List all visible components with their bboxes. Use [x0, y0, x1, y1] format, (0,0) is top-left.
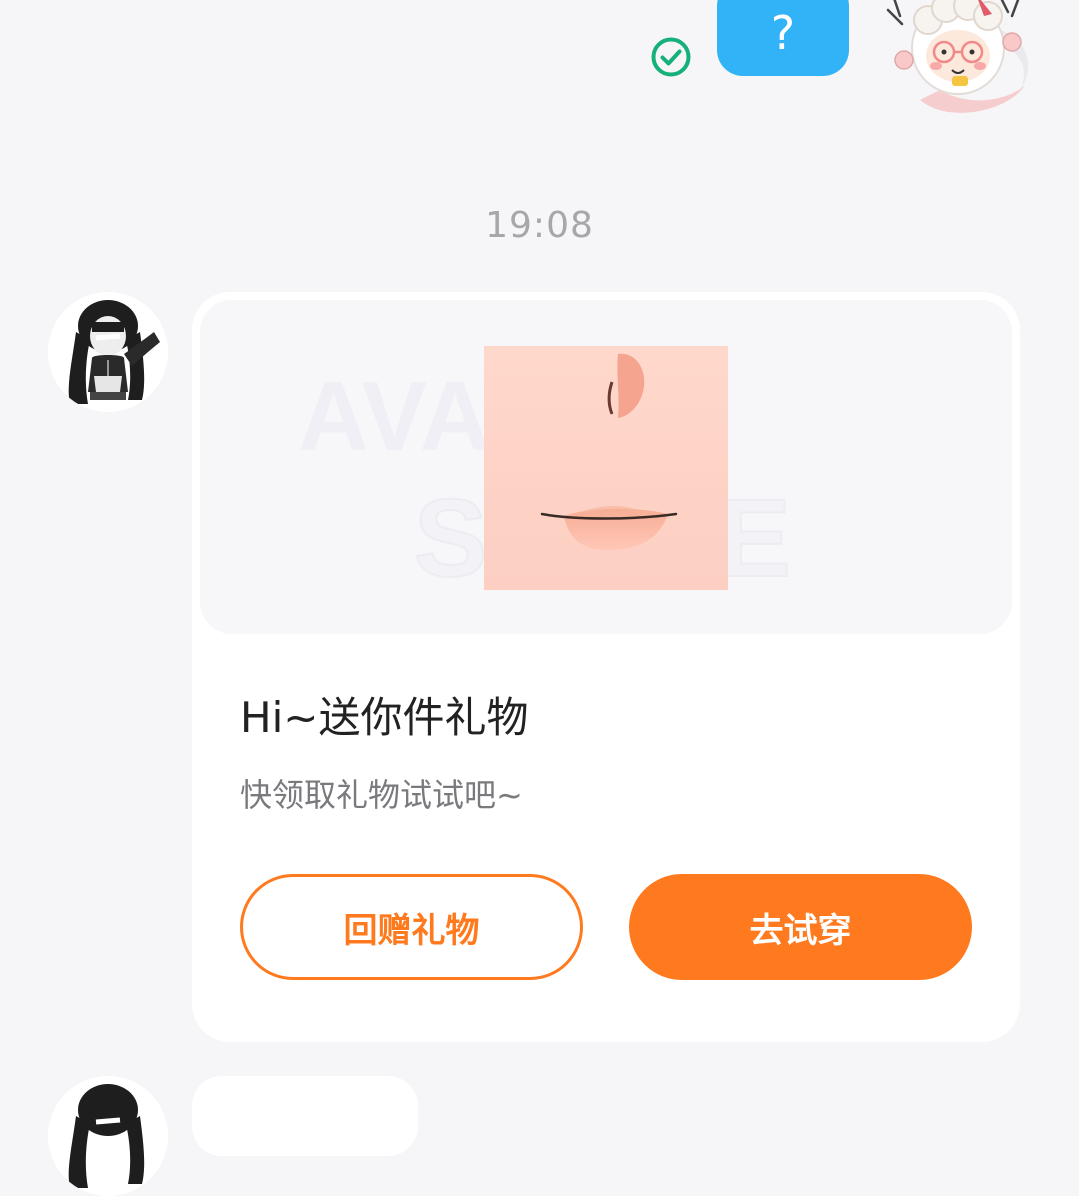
- gift-item-image[interactable]: [484, 346, 728, 590]
- try-on-button[interactable]: 去试穿: [629, 874, 972, 980]
- message-timestamp: 19:08: [485, 205, 594, 246]
- gift-message-card[interactable]: AVATAR STORE: [192, 292, 1020, 1042]
- sent-message-row: ?: [0, 0, 1079, 140]
- try-on-label: 去试穿: [749, 910, 852, 951]
- return-gift-label: 回赠礼物: [343, 910, 480, 951]
- sender-avatar[interactable]: [48, 292, 168, 412]
- return-gift-button[interactable]: 回赠礼物: [240, 874, 583, 980]
- sender-avatar-next[interactable]: [48, 1076, 168, 1196]
- sent-message-text: ?: [770, 6, 796, 60]
- gift-card-subtitle: 快领取礼物试试吧~: [240, 776, 523, 814]
- sent-message-bubble[interactable]: ?: [717, 0, 849, 76]
- gift-card-title: Hi~送你件礼物: [240, 693, 529, 742]
- check-circle-icon: [650, 36, 692, 78]
- gift-preview-area: AVATAR STORE: [200, 300, 1012, 634]
- my-sticker-avatar[interactable]: [880, 0, 1040, 120]
- next-message-bubble[interactable]: [192, 1076, 418, 1156]
